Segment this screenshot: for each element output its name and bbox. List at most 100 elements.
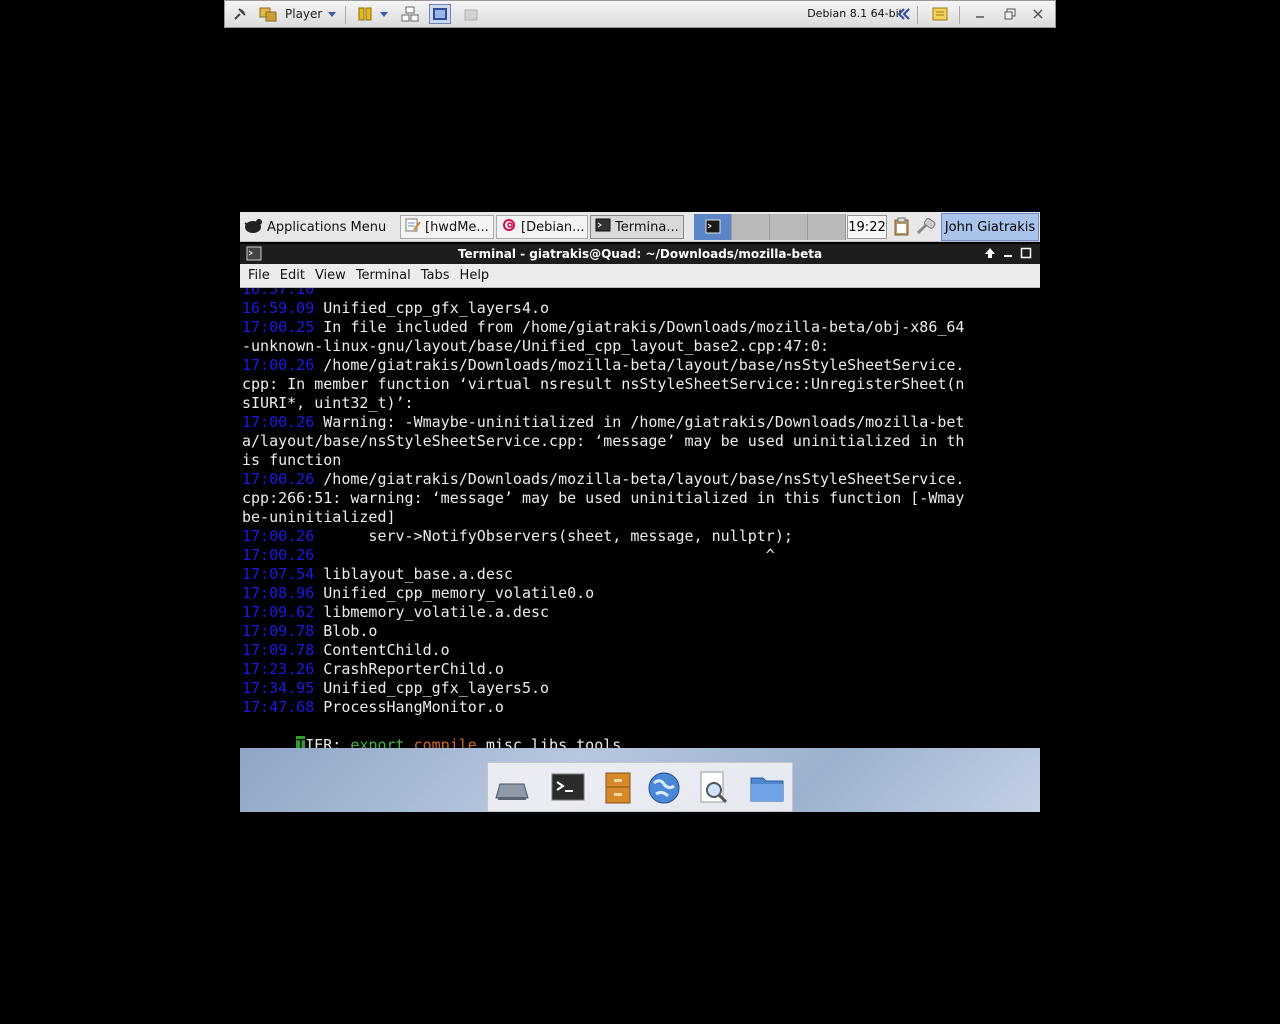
line-text: cpp: In member function ‘virtual nsresul… — [242, 375, 965, 393]
terminal-titlebar[interactable]: Terminal - giatrakis@Quad: ~/Downloads/m… — [240, 244, 1040, 264]
terminal-line: 17:00.25 In file included from /home/gia… — [240, 318, 1040, 337]
player-menu[interactable]: Player — [285, 4, 322, 24]
taskbar-item-debian[interactable]: [Debian... — [496, 215, 588, 239]
line-text: libmemory_volatile.a.desc — [314, 603, 550, 621]
taskbar-item-label: Termina... — [615, 219, 679, 235]
desktop-background — [240, 748, 1040, 812]
menu-tabs[interactable]: Tabs — [421, 268, 450, 283]
workspace-4[interactable] — [808, 214, 846, 240]
line-text: /home/giatrakis/Downloads/mozilla-beta/l… — [314, 356, 965, 374]
chevrons-left-icon[interactable] — [897, 4, 911, 24]
unity-icon[interactable] — [461, 4, 483, 24]
workspace-1[interactable] — [694, 214, 732, 240]
tier-status-line: TIER: export compile misc libs tools — [240, 717, 1040, 748]
terminal-line: 16:57.10 ^ — [240, 288, 1040, 299]
terminal-icon — [595, 217, 611, 237]
terminal-line: -unknown-linux-gnu/layout/base/Unified_c… — [240, 337, 1040, 356]
player-toolbar: Player Debian 8.1 64-bit — [224, 0, 1056, 28]
applications-menu-button[interactable]: Applications Menu — [242, 215, 386, 239]
line-timestamp: 17:23.26 — [242, 660, 315, 678]
vm-library-icon[interactable] — [257, 4, 279, 24]
menu-terminal[interactable]: Terminal — [356, 268, 411, 283]
terminal-line: cpp: In member function ‘virtual nsresul… — [240, 375, 1040, 394]
dropdown-arrow-icon[interactable] — [377, 4, 391, 24]
xfce-mouse-icon — [242, 215, 264, 239]
line-text: /home/giatrakis/Downloads/mozilla-beta/l… — [314, 470, 965, 488]
menu-file[interactable]: File — [248, 268, 270, 283]
dock-panel — [487, 762, 793, 812]
taskbar-item-editor[interactable]: [hwdMe... — [400, 215, 494, 239]
menu-help[interactable]: Help — [460, 268, 490, 283]
terminal-line: 17:00.26 Warning: -Wmaybe-uninitialized … — [240, 413, 1040, 432]
notes-icon[interactable] — [929, 4, 951, 24]
menu-edit[interactable]: Edit — [280, 268, 305, 283]
terminal-line: a/layout/base/nsStyleSheetService.cpp: ‘… — [240, 432, 1040, 451]
taskbar-item-terminal[interactable]: Termina... — [590, 215, 684, 239]
line-text: Unified_cpp_gfx_layers5.o — [314, 679, 550, 697]
xfce-panel: Applications Menu [hwdMe... [Debian... T… — [240, 212, 1040, 242]
workspace-2[interactable] — [732, 214, 770, 240]
terminal-output[interactable]: 16:57.10 ^ 16:59.09 Unified_cpp_gfx_layer… — [240, 288, 1040, 748]
pause-icon[interactable] — [355, 4, 375, 24]
fullscreen-icon[interactable] — [429, 4, 451, 24]
line-timestamp: 17:00.26 — [242, 356, 315, 374]
dropdown-arrow-icon[interactable] — [325, 4, 339, 24]
terminal-icon[interactable] — [550, 770, 586, 806]
terminal-lines: 16:57.10 ^ 16:59.09 Unified_cpp_gfx_layer… — [240, 288, 1040, 717]
line-timestamp: 16:57.10 — [242, 288, 315, 298]
shade-icon[interactable] — [984, 247, 996, 262]
terminal-line: 17:00.26 /home/giatrakis/Downloads/mozil… — [240, 356, 1040, 375]
line-text: Warning: -Wmaybe-uninitialized in /home/… — [314, 413, 965, 431]
toolbar-divider — [345, 6, 346, 24]
line-text: serv->NotifyObservers(sheet, message, nu… — [314, 527, 793, 545]
applications-menu-label: Applications Menu — [267, 219, 387, 235]
terminal-line: 17:00.26 /home/giatrakis/Downloads/mozil… — [240, 470, 1040, 489]
minimize-icon[interactable] — [969, 4, 991, 24]
pin-icon[interactable] — [229, 4, 251, 24]
line-timestamp: 17:00.26 — [242, 470, 315, 488]
guest-screen: Applications Menu [hwdMe... [Debian... T… — [240, 212, 1040, 812]
line-text: Unified_cpp_memory_volatile0.o — [314, 584, 595, 602]
terminal-line: cpp:266:51: warning: ‘message’ may be us… — [240, 489, 1040, 508]
terminal-line: 17:07.54 liblayout_base.a.desc — [240, 565, 1040, 584]
terminal-line: 16:59.09 Unified_cpp_gfx_layers4.o — [240, 299, 1040, 318]
show-desktop-icon[interactable] — [494, 770, 530, 806]
terminal-line: 17:09.78 Blob.o — [240, 622, 1040, 641]
user-button[interactable]: John Giatrakis — [941, 213, 1039, 241]
line-text: ^ — [314, 288, 468, 298]
line-timestamp: 17:09.78 — [242, 641, 315, 659]
tier-export: export — [350, 736, 405, 748]
line-text: ContentChild.o — [314, 641, 450, 659]
clipboard-icon[interactable] — [892, 217, 912, 241]
line-text: be-uninitialized] — [242, 508, 396, 526]
terminal-menubar: File Edit View Terminal Tabs Help — [240, 264, 1040, 288]
line-timestamp: 17:34.95 — [242, 679, 315, 697]
terminal-icon — [705, 219, 721, 239]
panel-clock[interactable]: 19:22 — [847, 215, 887, 239]
send-ctrl-alt-del-icon[interactable] — [399, 4, 421, 24]
terminal-cursor: T — [296, 736, 306, 748]
terminal-line: sIURI*, uint32_t)’: — [240, 394, 1040, 413]
line-text: liblayout_base.a.desc — [314, 565, 513, 583]
web-browser-icon[interactable] — [646, 770, 682, 806]
line-timestamp: 17:00.26 — [242, 546, 315, 564]
file-cabinet-icon[interactable] — [600, 770, 636, 806]
line-timestamp: 17:00.25 — [242, 318, 315, 336]
close-icon[interactable] — [1027, 4, 1049, 24]
tier-compile: compile — [413, 736, 477, 748]
terminal-line: 17:00.26 ^ — [240, 546, 1040, 565]
folder-icon[interactable] — [749, 770, 785, 806]
workspace-3[interactable] — [770, 214, 808, 240]
maximize-icon[interactable] — [1020, 247, 1032, 262]
line-text: -unknown-linux-gnu/layout/base/Unified_c… — [242, 337, 829, 355]
line-timestamp: 17:09.78 — [242, 622, 315, 640]
vm-name: Debian 8.1 64-bit — [807, 7, 903, 20]
minimize-icon[interactable] — [1002, 247, 1014, 262]
line-text: In file included from /home/giatrakis/Do… — [314, 318, 965, 336]
restore-icon[interactable] — [999, 4, 1021, 24]
network-cable-icon[interactable] — [916, 217, 938, 241]
search-icon[interactable] — [695, 770, 731, 806]
menu-view[interactable]: View — [315, 268, 346, 283]
tier-prefix: IER: — [305, 736, 351, 748]
terminal-line: 17:23.26 CrashReporterChild.o — [240, 660, 1040, 679]
